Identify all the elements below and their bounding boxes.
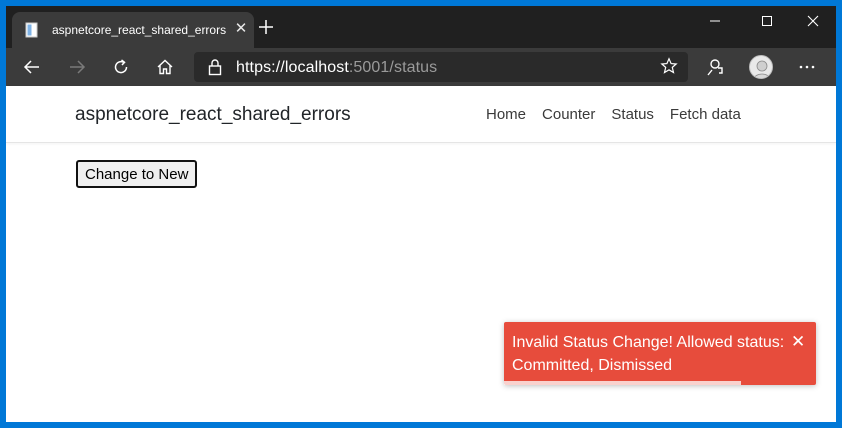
refresh-icon[interactable]: [105, 51, 137, 83]
change-status-button[interactable]: Change to New: [76, 160, 198, 188]
profile-avatar[interactable]: [749, 55, 773, 79]
page-content: aspnetcore_react_shared_errors Home Coun…: [6, 86, 836, 422]
url-scheme: https://: [236, 59, 285, 76]
page-icon: [24, 22, 40, 38]
toast-progress-bar: [504, 381, 742, 385]
close-tab-icon[interactable]: ✕: [232, 20, 250, 38]
nav-home[interactable]: Home: [486, 106, 526, 123]
nav-menu: Home Counter Status Fetch data: [486, 106, 757, 123]
url-text[interactable]: https://localhost:5001/status: [236, 59, 437, 77]
back-icon[interactable]: [16, 51, 48, 83]
home-icon[interactable]: [149, 51, 181, 83]
close-window-icon[interactable]: [790, 6, 836, 36]
toast-message: Invalid Status Change! Allowed status: C…: [512, 334, 785, 374]
minimize-icon[interactable]: [692, 6, 738, 36]
error-toast: Invalid Status Change! Allowed status: C…: [504, 322, 816, 385]
nav-counter[interactable]: Counter: [542, 106, 595, 123]
more-options-icon[interactable]: [791, 51, 823, 83]
url-host: localhost: [284, 59, 349, 76]
maximize-icon[interactable]: [744, 6, 790, 36]
tab-active[interactable]: aspnetcore_react_shared_errors ✕: [12, 12, 254, 48]
address-bar[interactable]: https://localhost:5001/status: [194, 52, 688, 82]
toast-close-icon[interactable]: ✕: [791, 332, 805, 352]
tab-title: aspnetcore_react_shared_errors: [52, 23, 227, 37]
tab-strip: aspnetcore_react_shared_errors ✕: [6, 6, 836, 48]
favorite-star-icon[interactable]: [660, 57, 678, 80]
nav-status[interactable]: Status: [611, 106, 654, 123]
feedback-icon[interactable]: [699, 51, 731, 83]
new-tab-icon[interactable]: [256, 17, 276, 37]
nav-fetch-data[interactable]: Fetch data: [670, 106, 741, 123]
url-path: :5001/status: [348, 59, 438, 76]
app-brand[interactable]: aspnetcore_react_shared_errors: [75, 104, 351, 126]
browser-window: aspnetcore_react_shared_errors ✕ https:/…: [6, 6, 836, 422]
browser-toolbar: https://localhost:5001/status: [6, 48, 836, 86]
lock-icon[interactable]: [208, 58, 222, 81]
app-navbar: aspnetcore_react_shared_errors Home Coun…: [6, 86, 836, 143]
forward-icon[interactable]: [61, 51, 93, 83]
